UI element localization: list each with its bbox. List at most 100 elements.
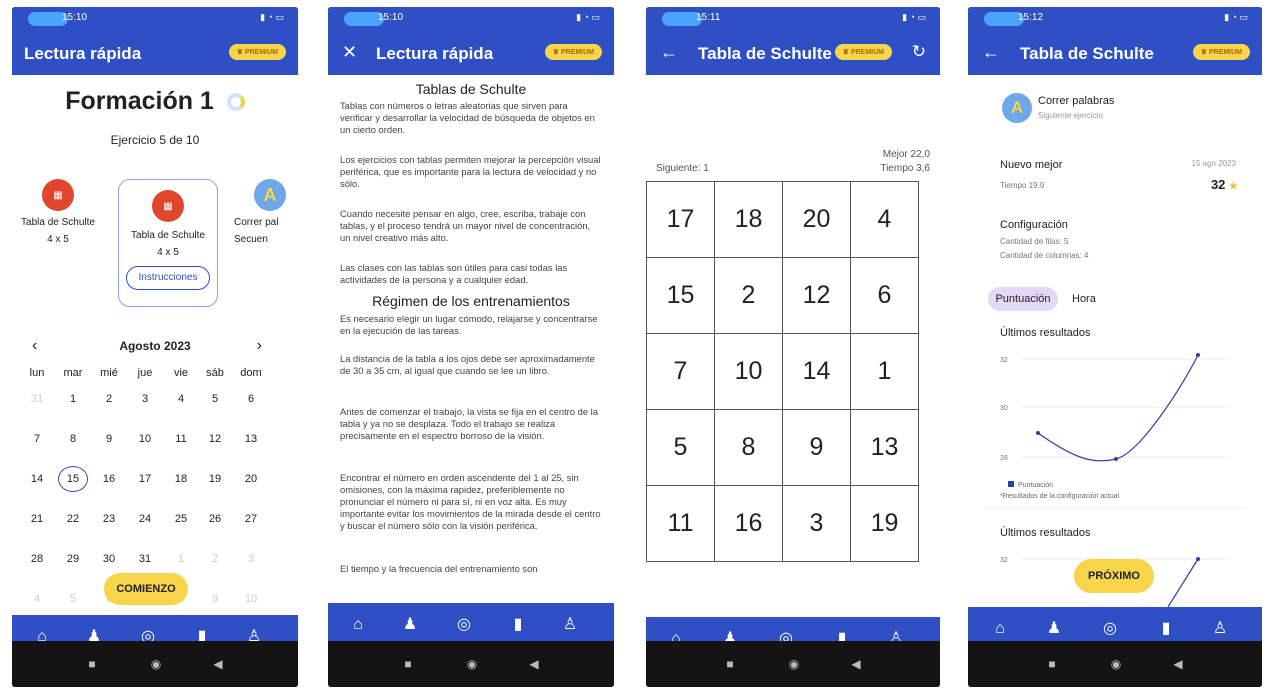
- calendar-day[interactable]: 3: [236, 553, 266, 565]
- back-icon[interactable]: ◀: [1168, 657, 1188, 671]
- calendar-day[interactable]: 10: [236, 593, 266, 605]
- premium-badge[interactable]: ♛ PREMIUM: [228, 44, 286, 60]
- calendar-day[interactable]: 27: [236, 513, 266, 525]
- calendar-day[interactable]: 18: [166, 473, 196, 485]
- calendar-day[interactable]: 17: [130, 473, 160, 485]
- calendar-day[interactable]: 1: [58, 393, 88, 405]
- calendar-day[interactable]: 22: [58, 513, 88, 525]
- calendar-day[interactable]: 3: [130, 393, 160, 405]
- refresh-icon[interactable]: ↻: [912, 42, 926, 62]
- grid-cell[interactable]: 17: [646, 181, 715, 258]
- calendar-day[interactable]: 4: [22, 593, 52, 605]
- instructions-button[interactable]: Instrucciones: [126, 266, 210, 290]
- back-icon[interactable]: ◀: [846, 657, 866, 671]
- book-icon[interactable]: ▮: [508, 615, 528, 635]
- premium-badge[interactable]: ♛ PREMIUM: [1192, 44, 1250, 60]
- calendar-day[interactable]: 10: [130, 433, 160, 445]
- recents-icon[interactable]: ■: [398, 657, 418, 671]
- training-heading: Formación 1: [12, 87, 298, 116]
- exercise-card[interactable]: A Correr pal Secuen: [234, 167, 298, 245]
- exercise-card[interactable]: ▦ Tabla de Schulte 4 x 5: [16, 167, 100, 245]
- back-icon[interactable]: ◀: [208, 657, 228, 671]
- recents-icon[interactable]: ■: [82, 657, 102, 671]
- recents-icon[interactable]: ■: [720, 657, 740, 671]
- next-button[interactable]: PRÓXIMO: [1074, 559, 1154, 593]
- home-icon[interactable]: ⌂: [990, 619, 1010, 639]
- calendar-day[interactable]: 14: [22, 473, 52, 485]
- profile-icon[interactable]: ♙: [560, 615, 580, 635]
- calendar-day[interactable]: 9: [200, 593, 230, 605]
- start-button[interactable]: COMIENZO: [104, 573, 188, 605]
- grid-cell[interactable]: 8: [714, 409, 783, 486]
- home-system-icon[interactable]: ◉: [784, 657, 804, 671]
- premium-badge[interactable]: ♛ PREMIUM: [544, 44, 602, 60]
- tab-score[interactable]: Puntuación: [988, 287, 1058, 311]
- calendar-day[interactable]: 2: [200, 553, 230, 565]
- next-exercise-card[interactable]: A Correr palabras Siguiente ejercicio: [984, 81, 1246, 129]
- grid-cell[interactable]: 13: [850, 409, 919, 486]
- calendar-day[interactable]: 29: [58, 553, 88, 565]
- calendar-day[interactable]: 12: [200, 433, 230, 445]
- trophy-icon[interactable]: ♟: [400, 615, 420, 635]
- grid-cell[interactable]: 14: [782, 333, 851, 410]
- calendar-day[interactable]: 9: [94, 433, 124, 445]
- grid-cell[interactable]: 4: [850, 181, 919, 258]
- calendar-day[interactable]: 30: [94, 553, 124, 565]
- calendar-day[interactable]: 26: [200, 513, 230, 525]
- grid-cell[interactable]: 9: [782, 409, 851, 486]
- home-icon[interactable]: ⌂: [348, 615, 368, 635]
- grid-cell[interactable]: 15: [646, 257, 715, 334]
- calendar-day[interactable]: 28: [22, 553, 52, 565]
- profile-icon[interactable]: ♙: [1210, 619, 1230, 639]
- calendar-day[interactable]: 11: [166, 433, 196, 445]
- calendar-day[interactable]: 7: [22, 433, 52, 445]
- grid-cell[interactable]: 20: [782, 181, 851, 258]
- book-icon[interactable]: ▮: [1156, 619, 1176, 639]
- calendar-day[interactable]: 15: [58, 466, 88, 492]
- calendar-day[interactable]: 31: [130, 553, 160, 565]
- grid-cell[interactable]: 3: [782, 485, 851, 562]
- target-icon[interactable]: ◎: [1100, 619, 1120, 639]
- grid-cell[interactable]: 18: [714, 181, 783, 258]
- calendar-day[interactable]: 23: [94, 513, 124, 525]
- exercise-card-selected[interactable]: ▦ Tabla de Schulte 4 x 5 Instrucciones: [118, 179, 218, 307]
- grid-cell[interactable]: 7: [646, 333, 715, 410]
- calendar-day[interactable]: 31: [22, 393, 52, 405]
- calendar-day[interactable]: 16: [94, 473, 124, 485]
- calendar-day[interactable]: 21: [22, 513, 52, 525]
- close-icon[interactable]: ✕: [342, 42, 357, 63]
- back-arrow-icon[interactable]: ←: [660, 42, 678, 63]
- calendar-day[interactable]: 24: [130, 513, 160, 525]
- home-system-icon[interactable]: ◉: [146, 657, 166, 671]
- calendar-day[interactable]: 19: [200, 473, 230, 485]
- back-icon[interactable]: ◀: [524, 657, 544, 671]
- grid-cell[interactable]: 19: [850, 485, 919, 562]
- grid-cell[interactable]: 2: [714, 257, 783, 334]
- calendar-day[interactable]: 20: [236, 473, 266, 485]
- grid-cell[interactable]: 1: [850, 333, 919, 410]
- tab-time[interactable]: Hora: [1072, 287, 1096, 311]
- calendar-day[interactable]: 2: [94, 393, 124, 405]
- calendar-day[interactable]: 1: [166, 553, 196, 565]
- calendar-day[interactable]: 8: [58, 433, 88, 445]
- calendar-day[interactable]: 13: [236, 433, 266, 445]
- grid-cell[interactable]: 10: [714, 333, 783, 410]
- grid-cell[interactable]: 16: [714, 485, 783, 562]
- calendar-day[interactable]: 4: [166, 393, 196, 405]
- recents-icon[interactable]: ■: [1042, 657, 1062, 671]
- home-system-icon[interactable]: ◉: [462, 657, 482, 671]
- next-month-icon[interactable]: ›: [257, 337, 262, 355]
- grid-cell[interactable]: 11: [646, 485, 715, 562]
- grid-cell[interactable]: 5: [646, 409, 715, 486]
- trophy-icon[interactable]: ♟: [1044, 619, 1064, 639]
- calendar-day[interactable]: 5: [200, 393, 230, 405]
- calendar-day[interactable]: 5: [58, 593, 88, 605]
- grid-cell[interactable]: 6: [850, 257, 919, 334]
- back-arrow-icon[interactable]: ←: [982, 42, 1000, 63]
- home-system-icon[interactable]: ◉: [1106, 657, 1126, 671]
- grid-cell[interactable]: 12: [782, 257, 851, 334]
- target-icon[interactable]: ◎: [454, 615, 474, 635]
- premium-badge[interactable]: ♛ PREMIUM: [834, 44, 892, 60]
- calendar-day[interactable]: 25: [166, 513, 196, 525]
- calendar-day[interactable]: 6: [236, 393, 266, 405]
